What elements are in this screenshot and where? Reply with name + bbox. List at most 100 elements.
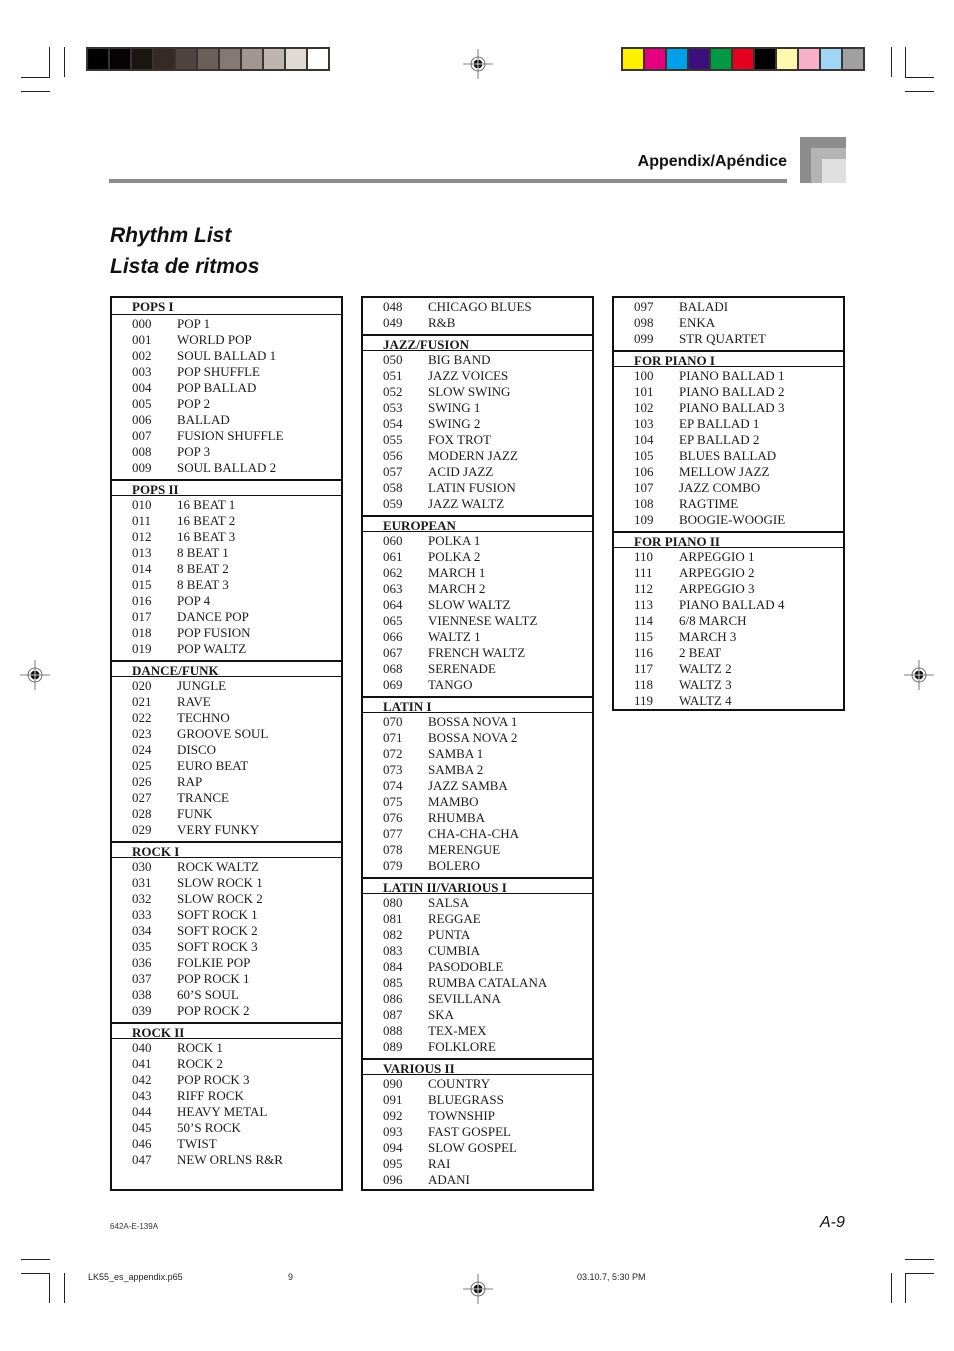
rhythm-number: 056: [383, 448, 403, 463]
rhythm-name: SEVILLANA: [428, 991, 501, 1006]
rhythm-number: 106: [634, 464, 654, 479]
rhythm-row: 065 VIENNESE WALTZ: [363, 613, 592, 629]
rhythm-name: BALADI: [679, 299, 729, 314]
crop-mark: [21, 1259, 50, 1260]
rhythm-number: 090: [383, 1076, 403, 1091]
rhythm-row: 055 FOX TROT: [363, 432, 592, 448]
rhythm-row: 049 R&B: [363, 315, 592, 331]
rhythm-row: 088 TEX-MEX: [363, 1023, 592, 1039]
rhythm-number: 023: [132, 726, 152, 741]
rhythm-number: 096: [383, 1172, 403, 1187]
rhythm-row: 109 BOOGIE-WOOGIE: [614, 512, 843, 528]
rhythm-number: 100: [634, 368, 654, 383]
crop-mark: [905, 1273, 906, 1303]
rhythm-name: WALTZ 3: [679, 677, 732, 692]
slug-page: 9: [288, 1272, 294, 1282]
rhythm-name: POP FUSION: [177, 625, 251, 640]
rhythm-row: 097 BALADI: [614, 299, 843, 315]
rhythm-name: PIANO BALLAD 2: [679, 384, 785, 399]
rhythm-row: 021 RAVE: [112, 694, 341, 710]
rhythm-column-1: POPS I 000 POP 1 001 WORLD POP 002 SOUL BALLAD…: [110, 296, 343, 1191]
rhythm-row: 115 MARCH 3: [614, 629, 843, 645]
registration-mark-icon: [20, 660, 50, 690]
rhythm-row: 061 POLKA 2: [363, 549, 592, 565]
rhythm-number: 025: [132, 758, 152, 773]
rhythm-number: 030: [132, 859, 152, 874]
rhythm-name: MERENGUE: [428, 842, 501, 857]
rhythm-name: RHUMBA: [428, 810, 486, 825]
rhythm-number: 068: [383, 661, 403, 676]
grayscale-swatch: [154, 49, 174, 69]
rhythm-number: 093: [383, 1124, 403, 1139]
rhythm-number: 052: [383, 384, 403, 399]
rhythm-row: 033 SOFT ROCK 1: [112, 907, 341, 923]
rhythm-name: BLUEGRASS: [428, 1092, 504, 1107]
rhythm-name: WALTZ 2: [679, 661, 732, 676]
rhythm-number: 080: [383, 895, 403, 910]
rhythm-row: 108 RAGTIME: [614, 496, 843, 512]
rhythm-row: 057 ACID JAZZ: [363, 464, 592, 480]
rhythm-row: 045 50’S ROCK: [112, 1120, 341, 1136]
rhythm-number: 066: [383, 629, 403, 644]
rhythm-number: 002: [132, 348, 152, 363]
rhythm-number: 029: [132, 822, 152, 837]
rhythm-name: SOFT ROCK 3: [177, 939, 258, 954]
rhythm-row: 036 FOLKIE POP: [112, 955, 341, 971]
rhythm-name: VERY FUNKY: [177, 822, 260, 837]
rhythm-name: TRANCE: [177, 790, 229, 805]
rhythm-row: 105 BLUES BALLAD: [614, 448, 843, 464]
rhythm-row: 023 GROOVE SOUL: [112, 726, 341, 742]
rhythm-number: 112: [634, 581, 654, 596]
rhythm-number: 116: [634, 645, 654, 660]
rhythm-name: 8 BEAT 3: [177, 577, 229, 592]
rhythm-row: 004 POP BALLAD: [112, 380, 341, 396]
rhythm-name: GROOVE SOUL: [177, 726, 269, 741]
rhythm-name: 16 BEAT 3: [177, 529, 236, 544]
rhythm-number: 042: [132, 1072, 152, 1087]
rhythm-row: 090 COUNTRY: [363, 1076, 592, 1092]
category-heading: LATIN II/VARIOUS I: [363, 877, 592, 895]
rhythm-number: 022: [132, 710, 152, 725]
rhythm-name: RAP: [177, 774, 203, 789]
rhythm-row: 069 TANGO: [363, 677, 592, 693]
rhythm-group: 048 CHICAGO BLUES 049 R&B: [363, 298, 592, 334]
rhythm-name: RAGTIME: [679, 496, 739, 511]
rhythm-row: 078 MERENGUE: [363, 842, 592, 858]
rhythm-row: 026 RAP: [112, 774, 341, 790]
rhythm-row: 094 SLOW GOSPEL: [363, 1140, 592, 1156]
rhythm-number: 102: [634, 400, 654, 415]
rhythm-name: POLKA 2: [428, 549, 481, 564]
crop-mark: [21, 91, 50, 92]
rhythm-name: POP 1: [177, 316, 211, 331]
rhythm-name: FAST GOSPEL: [428, 1124, 511, 1139]
rhythm-name: POP ROCK 3: [177, 1072, 250, 1087]
category-heading: FOR PIANO II: [614, 531, 843, 549]
registration-mark-icon: [904, 660, 934, 690]
process-swatch: [755, 49, 775, 69]
rhythm-row: 002 SOUL BALLAD 1: [112, 348, 341, 364]
rhythm-number: 109: [634, 512, 654, 527]
rhythm-number: 107: [634, 480, 654, 495]
rhythm-number: 048: [383, 299, 403, 314]
process-swatch: [799, 49, 819, 69]
rhythm-name: SWING 1: [428, 400, 481, 415]
rhythm-number: 009: [132, 460, 152, 475]
rhythm-number: 097: [634, 299, 654, 314]
rhythm-number: 111: [634, 565, 653, 580]
rhythm-row: 085 RUMBA CATALANA: [363, 975, 592, 991]
rhythm-name: BOLERO: [428, 858, 480, 873]
rhythm-number: 021: [132, 694, 152, 709]
rhythm-row: 104 EP BALLAD 2: [614, 432, 843, 448]
process-swatch: [821, 49, 841, 69]
rhythm-name: BOSSA NOVA 1: [428, 714, 518, 729]
rhythm-name: SLOW GOSPEL: [428, 1140, 517, 1155]
rhythm-group: 080 SALSA 081 REGGAE 082 PUNTA 083 CUMBIA 084 PAS…: [363, 894, 592, 1058]
rhythm-number: 064: [383, 597, 403, 612]
crop-mark: [905, 91, 934, 92]
rhythm-row: 029 VERY FUNKY: [112, 822, 341, 838]
rhythm-number: 103: [634, 416, 654, 431]
rhythm-row: 072 SAMBA 1: [363, 746, 592, 762]
rhythm-name: JAZZ VOICES: [428, 368, 509, 383]
rhythm-number: 091: [383, 1092, 403, 1107]
rhythm-group: 090 COUNTRY 091 BLUEGRASS 092 TOWNSHIP 093 FAST…: [363, 1075, 592, 1191]
